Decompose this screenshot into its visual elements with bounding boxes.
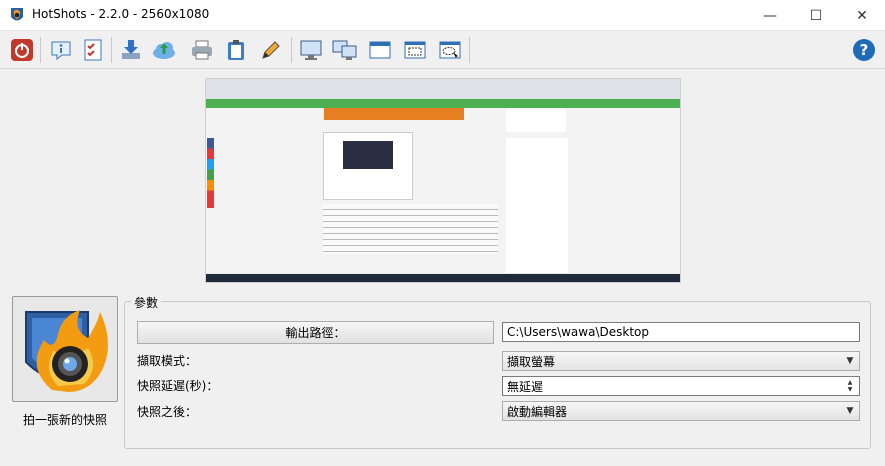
preview-page (206, 108, 680, 273)
quit-icon[interactable] (8, 36, 36, 64)
upload-cloud-icon[interactable] (150, 36, 178, 64)
edit-pencil-icon[interactable] (257, 36, 285, 64)
after-snapshot-label: 快照之後： (137, 405, 198, 419)
capture-mode-select[interactable]: 擷取螢幕 ▼ (502, 351, 860, 371)
params-legend: 參數 (131, 294, 162, 311)
clipboard-icon[interactable] (222, 36, 250, 64)
hotshots-camera-logo-icon (25, 310, 108, 392)
window-title: HotShots - 2.2.0 - 2560x1080 (32, 7, 210, 21)
delay-label: 快照延遲(秒)： (137, 379, 219, 393)
chevron-down-icon: ▼ (846, 406, 854, 416)
after-snapshot-value: 啟動編輯器 (507, 404, 568, 419)
freehand-capture-icon[interactable] (436, 36, 464, 64)
after-snapshot-select[interactable]: 啟動編輯器 ▼ (502, 401, 860, 421)
output-path-button[interactable]: 輸出路徑： (137, 321, 494, 344)
title-bar: HotShots - 2.2.0 - 2560x1080 — ☐ ✕ (0, 0, 885, 31)
svg-text:?: ? (860, 41, 869, 59)
window-capture-icon[interactable] (366, 36, 394, 64)
help-icon[interactable]: ? (850, 36, 878, 64)
close-button[interactable]: ✕ (839, 0, 885, 31)
checklist-icon[interactable] (79, 36, 107, 64)
hotshots-logo-icon (11, 8, 23, 21)
chevron-down-icon: ▼ (846, 356, 854, 366)
fullscreen-capture-icon[interactable] (297, 36, 325, 64)
download-icon[interactable] (117, 36, 145, 64)
preview-browser-bar (206, 79, 680, 99)
take-snapshot-label: 拍一張新的快照 (22, 413, 107, 427)
toolbar: ? (0, 31, 885, 69)
take-snapshot-button[interactable] (12, 296, 118, 402)
preview-taskbar (206, 274, 680, 282)
delay-value: 無延遲 (507, 379, 544, 394)
minimize-button[interactable]: — (747, 0, 793, 31)
maximize-button[interactable]: ☐ (793, 0, 839, 31)
output-path-field[interactable] (502, 322, 860, 342)
multiscreen-capture-icon[interactable] (331, 36, 359, 64)
capture-mode-label: 擷取模式： (137, 354, 198, 368)
region-capture-icon[interactable] (401, 36, 429, 64)
spinner-arrows-icon[interactable]: ▲ ▼ (843, 379, 857, 393)
about-icon[interactable] (47, 36, 75, 64)
capture-mode-value: 擷取螢幕 (507, 354, 556, 369)
screenshot-preview (205, 78, 681, 283)
delay-spinbox[interactable]: 無延遲 ▲ ▼ (502, 376, 860, 396)
preview-nav (206, 99, 680, 108)
bottom-panel: 拍一張新的快照 參數 輸出路徑： 擷取模式： 擷取螢幕 ▼ 快照延遲(秒)： 無… (0, 290, 885, 466)
preview-area (0, 70, 885, 290)
print-icon[interactable] (188, 36, 216, 64)
